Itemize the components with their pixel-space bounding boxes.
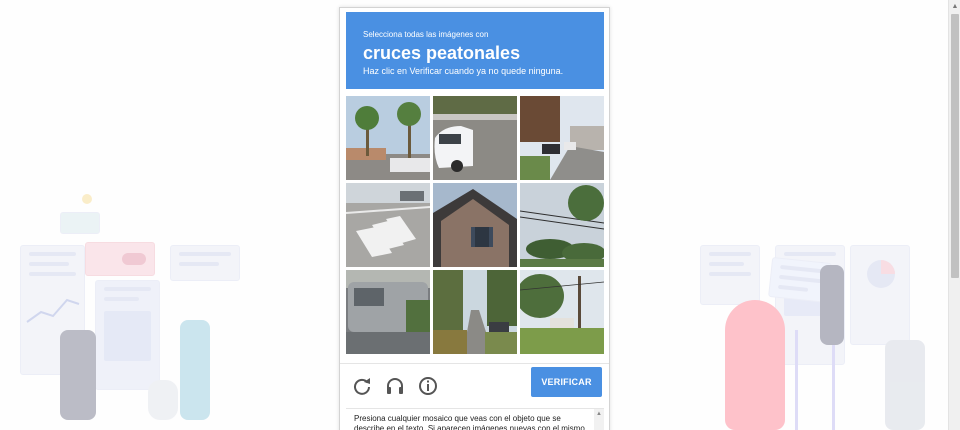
scroll-thumb[interactable] [951, 14, 959, 278]
palm-trees-street-icon [346, 96, 430, 180]
image-tile[interactable] [433, 183, 517, 267]
dashboard-card [850, 245, 910, 345]
page-scrollbar[interactable]: ▲ [948, 0, 960, 430]
image-grid [346, 96, 604, 354]
image-tile[interactable] [520, 96, 604, 180]
dashboard-card [700, 245, 760, 305]
image-tile[interactable] [346, 96, 430, 180]
help-panel: Presiona cualquier mosaico que veas con … [346, 408, 604, 430]
reload-icon[interactable] [352, 376, 372, 396]
verify-button[interactable]: VERIFICAR [531, 367, 602, 397]
image-tile[interactable] [433, 270, 517, 354]
challenge-header: Selecciona todas las imágenes con cruces… [346, 12, 604, 89]
dog-figure [148, 380, 178, 420]
person-figure [180, 320, 210, 420]
image-tile[interactable] [433, 96, 517, 180]
tree-lined-road-icon [433, 270, 517, 354]
person-figure [820, 265, 844, 345]
help-text: Presiona cualquier mosaico que veas con … [354, 414, 585, 430]
utility-pole-icon [520, 270, 604, 354]
audio-icon[interactable] [385, 376, 405, 396]
image-tile[interactable] [346, 183, 430, 267]
info-icon[interactable] [418, 376, 438, 396]
controls-bar: VERIFICAR [340, 363, 609, 405]
recaptcha-challenge: Selecciona todas las imágenes con cruces… [339, 7, 610, 430]
background-illustration-right [690, 190, 940, 430]
toggle-card [85, 242, 155, 276]
house-roof-icon [433, 183, 517, 267]
image-tile[interactable] [520, 183, 604, 267]
instruction-small: Selecciona todas las imágenes con [363, 30, 489, 39]
dashboard-card [95, 280, 160, 390]
ladder-figure [795, 330, 835, 430]
crosswalk-icon [346, 183, 430, 267]
page: Selecciona todas las imágenes con cruces… [0, 0, 960, 430]
instruction-sub: Haz clic en Verificar cuando ya no quede… [363, 66, 564, 76]
residential-street-icon [520, 96, 604, 180]
instruction-target: cruces peatonales [363, 43, 521, 63]
scroll-up-icon[interactable]: ▲ [949, 0, 960, 12]
line-chart-icon [26, 298, 80, 323]
lightbulb-icon [82, 194, 92, 204]
trees-powerlines-icon [520, 183, 604, 267]
parked-vehicle-icon [346, 270, 430, 354]
background-illustration-left [10, 190, 250, 430]
dashboard-card [170, 245, 240, 281]
camera-icon [60, 212, 100, 234]
help-scrollbar[interactable]: ▲ [594, 409, 604, 430]
person-figure [60, 330, 96, 420]
robot-figure [885, 340, 925, 430]
scroll-up-icon[interactable]: ▲ [594, 409, 604, 419]
image-tile[interactable] [346, 270, 430, 354]
white-car-icon [433, 96, 517, 180]
image-tile[interactable] [520, 270, 604, 354]
monster-figure [725, 300, 785, 430]
pie-chart-icon [867, 260, 895, 288]
